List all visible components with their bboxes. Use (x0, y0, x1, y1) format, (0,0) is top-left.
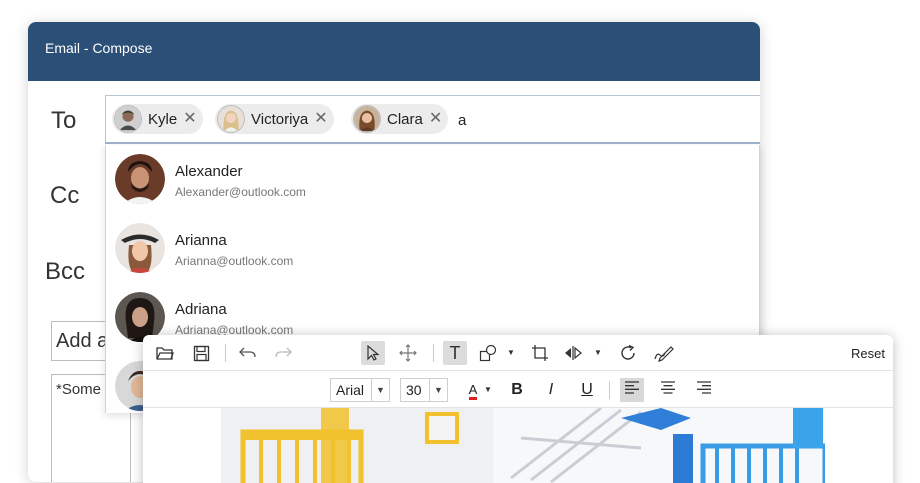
align-left-icon[interactable] (620, 378, 644, 402)
italic-button[interactable]: I (539, 378, 563, 402)
to-label: To (51, 107, 77, 134)
chevron-down-icon[interactable]: ▼ (594, 348, 602, 357)
editor-main-toolbar: T ▼ ▼ Reset (143, 335, 893, 371)
underline-button[interactable]: U (575, 378, 599, 402)
compose-title: Email - Compose (45, 40, 153, 56)
avatar (115, 154, 165, 204)
undo-icon[interactable] (236, 341, 260, 365)
flip-icon[interactable] (561, 341, 585, 365)
open-folder-icon[interactable] (153, 341, 177, 365)
crop-icon[interactable] (528, 341, 552, 365)
remove-icon[interactable]: ✕ (429, 111, 442, 127)
font-size-value: 30 (406, 382, 422, 398)
font-size-select[interactable]: 30 ▼ (400, 378, 448, 402)
chevron-down-icon: ▼ (429, 379, 447, 401)
recipient-chip-clara[interactable]: Clara ✕ (351, 104, 449, 134)
reset-button[interactable]: Reset (851, 346, 885, 361)
align-center-icon[interactable] (656, 378, 680, 402)
font-family-select[interactable]: Arial ▼ (330, 378, 390, 402)
draw-pen-icon[interactable] (652, 341, 676, 365)
toolbar-divider (225, 344, 226, 362)
suggestion-item[interactable]: Arianna Arianna@outlook.com (106, 214, 759, 283)
rotate-icon[interactable] (616, 341, 640, 365)
recipient-name: Clara (387, 110, 423, 128)
align-right-icon[interactable] (692, 378, 716, 402)
suggestion-email: Arianna@outlook.com (175, 254, 294, 268)
avatar (217, 105, 245, 133)
recipient-name: Victoriya (251, 110, 309, 128)
recipient-chip-kyle[interactable]: Kyle ✕ (112, 104, 203, 134)
font-color-letter: A (468, 383, 478, 400)
recipient-name: Kyle (148, 110, 178, 128)
toolbar-divider (609, 381, 610, 399)
chevron-down-icon: ▼ (371, 379, 389, 401)
image-editor-window: T ▼ ▼ Reset Arial ▼ 30 ▼ A ▼ B I U (143, 335, 893, 483)
suggestion-email: Alexander@outlook.com (175, 185, 306, 199)
to-input-text[interactable]: a (458, 112, 466, 129)
text-tool-glyph: T (449, 342, 461, 363)
editor-canvas-image[interactable] (221, 408, 825, 483)
avatar (353, 105, 381, 133)
compose-title-bar: Email - Compose (28, 22, 760, 81)
redo-icon[interactable] (271, 341, 295, 365)
suggestion-name: Adriana (175, 301, 227, 318)
recipient-chip-victoriya[interactable]: Victoriya ✕ (215, 104, 334, 134)
suggestion-item[interactable]: Alexander Alexander@outlook.com (106, 145, 759, 214)
to-field[interactable]: Kyle ✕ Victoriya ✕ Clara ✕ a (105, 95, 760, 144)
editor-text-toolbar: Arial ▼ 30 ▼ A ▼ B I U (143, 372, 893, 408)
chevron-down-icon[interactable]: ▼ (507, 348, 515, 357)
avatar (115, 223, 165, 273)
suggestion-name: Alexander (175, 163, 243, 180)
shapes-icon[interactable] (476, 341, 500, 365)
cc-label: Cc (50, 182, 80, 209)
pan-move-icon[interactable] (396, 341, 420, 365)
bcc-label: Bcc (45, 258, 86, 285)
save-icon[interactable] (189, 341, 213, 365)
bold-button[interactable]: B (505, 378, 529, 402)
font-color-button[interactable]: A (461, 378, 485, 402)
suggestion-name: Arianna (175, 232, 227, 249)
avatar (114, 105, 142, 133)
remove-icon[interactable]: ✕ (183, 111, 196, 127)
font-family-value: Arial (336, 382, 365, 398)
font-color-dropdown-icon[interactable]: ▼ (484, 385, 492, 394)
remove-icon[interactable]: ✕ (314, 111, 327, 127)
balcony-photo (221, 408, 825, 483)
text-tool-icon[interactable]: T (443, 341, 467, 365)
select-pointer-icon[interactable] (361, 341, 385, 365)
toolbar-divider (433, 344, 434, 362)
